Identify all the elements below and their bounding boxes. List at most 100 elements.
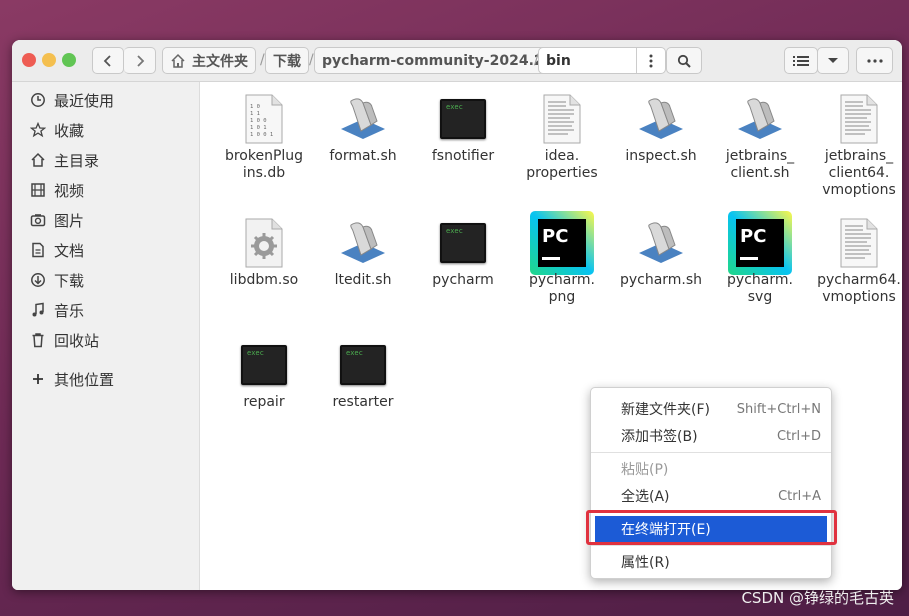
menu-item-label: 添加书签(B): [621, 429, 698, 445]
file-item-brokenplugins-db[interactable]: 1 01 11 0 01 0 11 0 0 1 brokenPlug ins.d…: [214, 86, 314, 182]
menu-item-accelerator: Ctrl+A: [778, 488, 821, 504]
sidebar-item-pictures[interactable]: 图片: [30, 208, 84, 232]
home-icon: [31, 152, 45, 167]
script-icon: [738, 98, 782, 139]
sidebar-item-home[interactable]: 主目录: [30, 148, 99, 172]
file-name: pycharm.sh: [619, 272, 703, 288]
file-item-pycharm-png[interactable]: PC pycharm. png: [512, 210, 612, 306]
sidebar-item-other-locations[interactable]: 其他位置: [30, 367, 114, 391]
sidebar-item-label: 最近使用: [54, 91, 115, 110]
search-button[interactable]: [666, 47, 702, 74]
file-item-ltedit-sh[interactable]: ltedit.sh: [313, 210, 413, 289]
file-item-pycharm[interactable]: exec pycharm: [413, 210, 513, 289]
svg-text:PC: PC: [740, 226, 766, 247]
chevron-left-icon: [103, 54, 111, 67]
file-name: brokenPlug ins.db: [224, 148, 304, 181]
sidebar-item-documents[interactable]: 文档: [30, 238, 84, 262]
executable-icon: exec: [440, 223, 486, 263]
sidebar-item-label: 文档: [54, 241, 85, 260]
svg-text:1 0 1: 1 0 1: [250, 125, 267, 131]
file-name: fsnotifier: [431, 148, 495, 164]
svg-text:1 0 0 1: 1 0 0 1: [250, 132, 273, 138]
path-separator: /: [260, 52, 265, 68]
sidebar-item-videos[interactable]: 视频: [30, 178, 84, 202]
maximize-window-button[interactable]: [62, 53, 76, 67]
pycharm-logo-icon: PC: [530, 211, 594, 275]
file-item-pycharm-svg[interactable]: PC pycharm. svg: [710, 210, 810, 306]
view-list-button[interactable]: [784, 47, 818, 74]
chevron-down-icon: [828, 57, 838, 63]
file-item-restarter[interactable]: exec restarter: [313, 332, 413, 411]
path-segment-pycharm[interactable]: pycharm-community-2024.2.1: [314, 47, 567, 74]
file-item-inspect-sh[interactable]: inspect.sh: [611, 86, 711, 165]
file-name: inspect.sh: [625, 148, 697, 164]
sidebar-item-label: 收藏: [54, 121, 85, 140]
path-segment-home[interactable]: 主文件夹: [162, 47, 256, 74]
close-window-button[interactable]: [22, 53, 36, 67]
sidebar-item-downloads[interactable]: 下载: [30, 268, 84, 292]
file-name: restarter: [332, 394, 394, 410]
view-options-button[interactable]: [817, 47, 849, 74]
path-segment-downloads[interactable]: 下载: [265, 47, 309, 74]
sidebar-item-label: 视频: [54, 181, 85, 200]
watermark: CSDN @铮绿的毛古英: [741, 589, 894, 607]
list-view-icon: [793, 55, 809, 66]
sidebar-item-music[interactable]: 音乐: [30, 298, 84, 322]
sidebar-item-label: 图片: [54, 211, 85, 230]
executable-icon: exec: [340, 345, 386, 385]
path-segment-current[interactable]: bin: [538, 47, 666, 74]
file-name: format.sh: [329, 148, 397, 164]
back-button[interactable]: [92, 47, 124, 74]
path-menu-button[interactable]: [636, 48, 665, 73]
forward-button[interactable]: [124, 47, 156, 74]
file-item-format-sh[interactable]: format.sh: [313, 86, 413, 165]
file-item-jetbrains-client64-vmoptions[interactable]: jetbrains_ client64. vmoptions: [809, 86, 902, 199]
file-item-repair[interactable]: exec repair: [214, 332, 314, 411]
file-item-fsnotifier[interactable]: exec fsnotifier: [413, 86, 513, 165]
menu-item-select-all[interactable]: 全选(A) Ctrl+A: [595, 483, 827, 509]
file-name: jetbrains_ client64. vmoptions: [822, 148, 896, 198]
path-segment-label: 下载: [273, 53, 301, 70]
sidebar-item-label: 音乐: [54, 301, 85, 320]
file-name: jetbrains_ client.sh: [725, 148, 795, 181]
pycharm-logo-icon: PC: [728, 211, 792, 275]
library-file-icon: [245, 218, 283, 268]
executable-icon: exec: [241, 345, 287, 385]
menu-item-accelerator: Shift+Ctrl+N: [736, 401, 821, 417]
file-name: ltedit.sh: [334, 272, 392, 288]
horizontal-dots-icon: [866, 58, 883, 63]
file-item-idea-properties[interactable]: idea. properties: [512, 86, 612, 182]
download-icon: [31, 273, 45, 287]
text-file-icon: [840, 218, 878, 268]
svg-text:1 0 0: 1 0 0: [250, 118, 267, 124]
menu-item-label: 新建文件夹(F): [621, 402, 710, 418]
file-name: repair: [243, 394, 285, 410]
menu-separator: [591, 452, 831, 453]
menu-item-paste[interactable]: 粘贴(P): [595, 456, 827, 482]
camera-icon: [30, 214, 46, 227]
menu-item-properties[interactable]: 属性(R): [595, 549, 827, 575]
path-segment-label: pycharm-community-2024.2.1: [322, 52, 559, 69]
menu-item-label: 属性(R): [621, 555, 670, 571]
sidebar-item-recent[interactable]: 最近使用: [30, 88, 114, 112]
sidebar-item-trash[interactable]: 回收站: [30, 328, 99, 352]
minimize-window-button[interactable]: [42, 53, 56, 67]
sidebar-item-label: 主目录: [54, 151, 100, 170]
file-item-pycharm-sh[interactable]: pycharm.sh: [611, 210, 711, 289]
annotation-highlight-box: [586, 510, 837, 545]
file-item-libdbm-so[interactable]: libdbm.so: [214, 210, 314, 289]
file-name: idea. properties: [526, 148, 598, 181]
sidebar-item-label: 其他位置: [54, 370, 115, 389]
sidebar-item-starred[interactable]: 收藏: [30, 118, 84, 142]
file-item-pycharm64-vmoptions[interactable]: pycharm64. vmoptions: [809, 210, 902, 306]
menu-item-add-bookmark[interactable]: 添加书签(B) Ctrl+D: [595, 423, 827, 449]
menu-item-label: 粘贴(P): [621, 462, 669, 478]
script-icon: [341, 98, 385, 139]
file-item-jetbrains-client-sh[interactable]: jetbrains_ client.sh: [710, 86, 810, 182]
sidebar-item-label: 下载: [54, 271, 85, 290]
script-icon: [341, 222, 385, 263]
music-icon: [32, 302, 44, 317]
menu-item-new-folder[interactable]: 新建文件夹(F) Shift+Ctrl+N: [595, 396, 827, 422]
path-segment-label: 主文件夹: [192, 53, 248, 70]
main-menu-button[interactable]: [856, 47, 893, 74]
